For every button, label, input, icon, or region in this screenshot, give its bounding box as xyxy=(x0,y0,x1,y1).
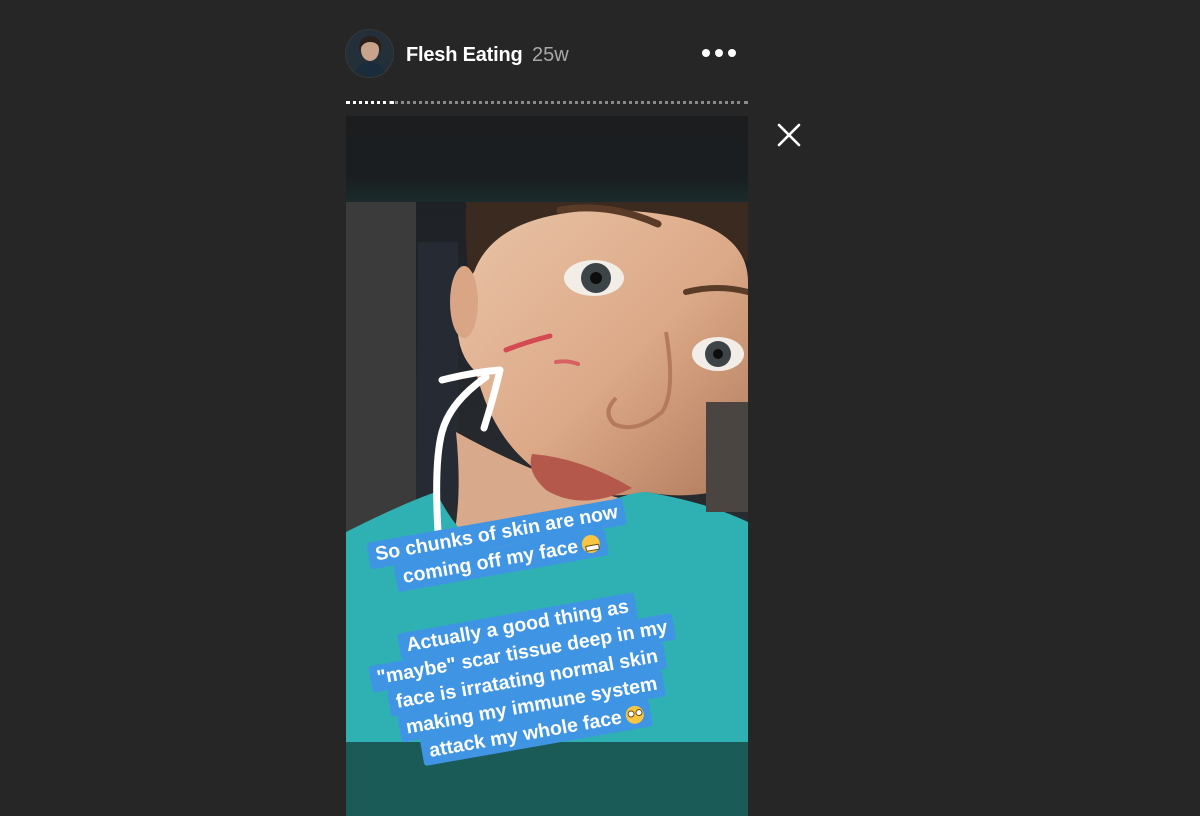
avatar-icon xyxy=(346,30,393,77)
story-progress-fill xyxy=(346,101,394,107)
username-link[interactable]: Flesh Eating xyxy=(406,44,523,67)
more-horizontal-icon xyxy=(728,49,736,57)
story-progress-bar xyxy=(346,101,748,107)
more-options-button[interactable] xyxy=(702,42,736,64)
story-header: Flesh Eating 25w xyxy=(346,30,748,80)
close-icon xyxy=(777,123,801,147)
story-top-band xyxy=(346,116,748,202)
more-horizontal-icon xyxy=(715,49,723,57)
rolling-eyes-icon xyxy=(623,704,645,726)
more-horizontal-icon xyxy=(702,49,710,57)
post-timestamp: 25w xyxy=(532,44,569,66)
avatar[interactable] xyxy=(346,30,393,77)
grimacing-face-icon xyxy=(580,533,602,555)
close-button[interactable] xyxy=(772,118,806,152)
story-viewer: Flesh Eating 25w So chunks of skin are n… xyxy=(0,0,1200,816)
